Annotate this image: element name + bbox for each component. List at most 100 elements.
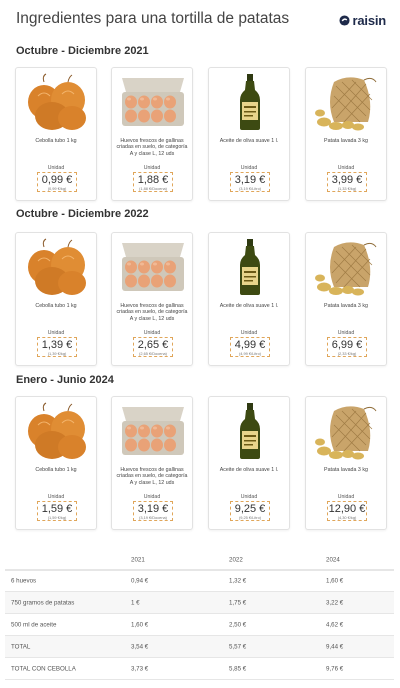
table-cell: 6 huevos — [11, 577, 37, 585]
unit-price: (4,30 €/kg) — [337, 515, 357, 520]
unit-price: (0,99 €/kg) — [47, 186, 67, 191]
price-box: 3,19 € (3,19 €/Docena) — [133, 501, 173, 521]
product-name: Cebolla tubo 1 kg — [35, 138, 77, 144]
product-card[interactable]: Huevos frescos de gallinas criadas en su… — [111, 67, 193, 201]
product-card[interactable]: Huevos frescos de gallinas criadas en su… — [111, 396, 193, 530]
unit-price: (4,99 €/Litro) — [238, 351, 262, 356]
unit-price: (1,33 €/kg) — [337, 186, 357, 191]
oil-bottle-icon — [215, 237, 285, 297]
product-card[interactable]: Patata lavada 3 kg Unidad 3,99 € (1,33 €… — [305, 67, 387, 201]
onion-icon — [22, 401, 92, 461]
price: 9,25 € — [234, 503, 266, 515]
unit-label: Unidad — [337, 330, 355, 336]
product-card[interactable]: Aceite de oliva suave 1 l. Unidad 3,19 €… — [208, 67, 290, 201]
unit-label: Unidad — [337, 494, 355, 500]
table-header-cell: 2024 — [326, 556, 340, 563]
table-cell: 1,75 € — [229, 599, 247, 606]
unit-price: (1,88 €/Docena) — [139, 186, 167, 191]
price: 1,88 € — [137, 174, 169, 186]
product-name: Patata lavada 3 kg — [324, 303, 368, 309]
table-cell: 2,50 € — [229, 621, 247, 628]
table-cell: TOTAL — [11, 643, 31, 650]
unit-price: (2,33 €/kg) — [337, 351, 357, 356]
unit-price: (3,19 €/Litro) — [238, 186, 262, 191]
table-cell: 0,94 € — [131, 577, 149, 585]
potatoes-icon — [312, 72, 382, 132]
header: Ingredientes para una tortilla de patata… — [16, 10, 386, 32]
brand-name: raisin — [352, 13, 387, 28]
unit-label: Unidad — [240, 165, 258, 171]
unit-label: Unidad — [143, 165, 161, 171]
eggs-icon — [118, 237, 188, 297]
price: 1,59 € — [41, 503, 73, 515]
table-row: 750 gramos de patatas 1 € 1,75 € 3,22 € — [5, 592, 394, 614]
product-name: Cebolla tubo 1 kg — [35, 303, 77, 309]
unit-price: (1,59 €/kg) — [47, 515, 67, 520]
table-cell: 1 € — [131, 599, 140, 606]
price-box: 9,25 € (9,25 €/Litro) — [230, 501, 270, 521]
table-cell: 3,54 € — [131, 643, 149, 650]
price-box: 3,19 € (3,19 €/Litro) — [230, 172, 270, 192]
product-name: Aceite de oliva suave 1 l. — [219, 303, 279, 309]
table-cell: 5,85 € — [229, 665, 247, 672]
price-box: 1,39 € (1,39 €/kg) — [37, 337, 77, 357]
unit-label: Unidad — [143, 330, 161, 336]
table-header-cell: 2021 — [131, 556, 145, 563]
product-name: Huevos frescos de gallinas criadas en su… — [116, 138, 188, 157]
unit-label: Unidad — [240, 494, 258, 500]
price: 3,19 € — [137, 503, 169, 515]
product-card[interactable]: Aceite de oliva suave 1 l. Unidad 4,99 €… — [208, 232, 290, 366]
table-cell: 750 gramos de patatas — [11, 599, 75, 606]
table-row: TOTAL CON CEBOLLA 3,73 € 5,85 € 9,76 € — [5, 658, 394, 680]
price: 3,99 € — [331, 174, 363, 186]
product-card[interactable]: Cebolla tubo 1 kg Unidad 1,59 € (1,59 €/… — [15, 396, 97, 530]
onion-icon — [22, 237, 92, 297]
table-header-row: 2021 2022 2024 — [5, 550, 394, 570]
products-row: Cebolla tubo 1 kg Unidad 0,99 € (0,99 €/… — [15, 67, 387, 203]
table-cell: 500 ml de aceite — [11, 621, 57, 628]
section-title: Enero - Junio 2024 — [16, 374, 114, 386]
product-name: Patata lavada 3 kg — [324, 138, 368, 144]
product-card[interactable]: Huevos frescos de gallinas criadas en su… — [111, 232, 193, 366]
price-box: 3,99 € (1,33 €/kg) — [327, 172, 367, 192]
price: 1,39 € — [41, 339, 73, 351]
section-title: Octubre - Diciembre 2021 — [16, 45, 149, 57]
page-title: Ingredientes para una tortilla de patata… — [16, 10, 290, 27]
products-row: Cebolla tubo 1 kg Unidad 1,39 € (1,39 €/… — [15, 232, 387, 368]
price-box: 2,65 € (2,65 €/Docena) — [133, 337, 173, 357]
table-cell: 4,62 € — [326, 621, 344, 628]
product-name: Huevos frescos de gallinas criadas en su… — [116, 467, 188, 486]
unit-label: Unidad — [337, 165, 355, 171]
product-card[interactable]: Aceite de oliva suave 1 l. Unidad 9,25 €… — [208, 396, 290, 530]
unit-price: (2,65 €/Docena) — [139, 351, 167, 356]
product-card[interactable]: Patata lavada 3 kg Unidad 6,99 € (2,33 €… — [305, 232, 387, 366]
unit-label: Unidad — [240, 330, 258, 336]
product-card[interactable]: Cebolla tubo 1 kg Unidad 0,99 € (0,99 €/… — [15, 67, 97, 201]
onion-icon — [22, 72, 92, 132]
table-cell: 1,60 € — [326, 577, 344, 585]
section-title: Octubre - Diciembre 2022 — [16, 208, 149, 220]
price: 2,65 € — [137, 339, 169, 351]
unit-price: (1,39 €/kg) — [47, 351, 67, 356]
price-box: 6,99 € (2,33 €/kg) — [327, 337, 367, 357]
price-comparison-table: 2021 2022 2024 6 huevos 0,94 € 1,32 € 1,… — [5, 550, 394, 680]
oil-bottle-icon — [215, 401, 285, 461]
price-box: 4,99 € (4,99 €/Litro) — [230, 337, 270, 357]
product-name: Aceite de oliva suave 1 l. — [219, 138, 279, 144]
unit-label: Unidad — [143, 494, 161, 500]
table-cell: 5,57 € — [229, 643, 247, 650]
unit-label: Unidad — [47, 330, 65, 336]
table-cell: 3,22 € — [326, 599, 344, 606]
table-cell: 3,73 € — [131, 665, 149, 672]
product-name: Huevos frescos de gallinas criadas en su… — [116, 303, 188, 322]
product-card[interactable]: Cebolla tubo 1 kg Unidad 1,39 € (1,39 €/… — [15, 232, 97, 366]
price-box: 1,59 € (1,59 €/kg) — [37, 501, 77, 521]
product-name: Patata lavada 3 kg — [324, 467, 368, 473]
table-row: TOTAL 3,54 € 5,57 € 9,44 € — [5, 636, 394, 658]
product-card[interactable]: Patata lavada 3 kg Unidad 12,90 € (4,30 … — [305, 396, 387, 530]
unit-label: Unidad — [47, 165, 65, 171]
products-row: Cebolla tubo 1 kg Unidad 1,59 € (1,59 €/… — [15, 396, 387, 532]
price-box: 1,88 € (1,88 €/Docena) — [133, 172, 173, 192]
unit-price: (9,25 €/Litro) — [238, 515, 262, 520]
table-cell: TOTAL CON CEBOLLA — [11, 665, 76, 672]
